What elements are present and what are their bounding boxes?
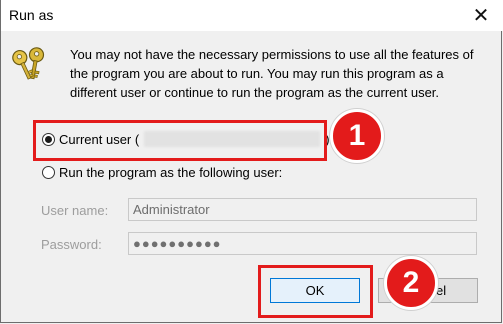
current-user-highlight <box>33 120 327 161</box>
window-title: Run as <box>9 7 54 23</box>
password-field[interactable]: ●●●●●●●●●● <box>128 232 477 255</box>
ok-button-highlight <box>258 265 373 318</box>
username-field[interactable]: Administrator <box>128 198 477 221</box>
other-user-label: Run the program as the following user: <box>59 165 283 180</box>
close-button[interactable]: ✕ <box>458 0 503 31</box>
step-1-callout: 1 <box>330 109 384 163</box>
title-bar: Run as ✕ <box>1 0 503 31</box>
run-as-dialog: Run as ✕ You may not have the necessary … <box>0 0 503 323</box>
step-2-callout: 2 <box>384 256 438 310</box>
other-user-radio[interactable] <box>42 166 55 179</box>
password-value: ●●●●●●●●●● <box>133 236 222 251</box>
username-value: Administrator <box>133 202 210 217</box>
keys-icon <box>12 47 45 80</box>
close-icon: ✕ <box>472 5 490 27</box>
permission-message: You may not have the necessary permissio… <box>70 47 474 100</box>
password-label: Password: <box>41 237 102 252</box>
step-2-number: 2 <box>402 266 420 299</box>
step-1-number: 1 <box>348 119 366 152</box>
other-user-option[interactable]: Run the program as the following user: <box>42 165 282 180</box>
username-label: User name: <box>41 203 109 218</box>
